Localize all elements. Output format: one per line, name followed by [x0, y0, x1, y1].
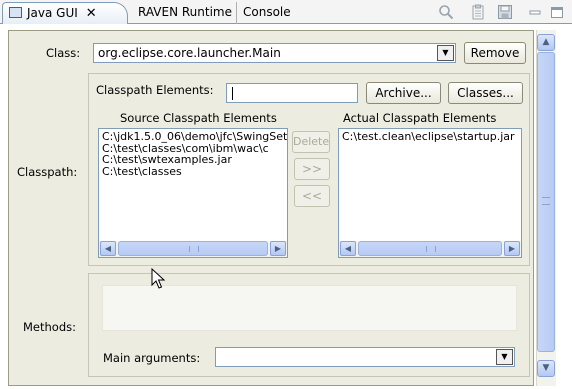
scroll-right-icon[interactable]: ▶: [504, 241, 520, 256]
actual-list-scroll-thumb[interactable]: [358, 241, 502, 256]
source-list-horizontal-scrollbar[interactable]: ◀ ▶: [99, 241, 287, 257]
archive-button[interactable]: Archive...: [366, 82, 441, 104]
classpath-elements-label: Classpath Elements:: [96, 83, 214, 97]
close-tab-icon[interactable]: ✕: [86, 6, 97, 21]
main-arguments-label: Main arguments:: [103, 351, 201, 365]
java-gui-tab-icon: [9, 7, 22, 18]
remove-class-button[interactable]: Remove: [464, 42, 526, 64]
source-classpath-list[interactable]: C:\jdk1.5.0_06\demo\jfc\SwingSet2 C:\tes…: [98, 128, 288, 258]
scroll-down-icon[interactable]: ▼: [537, 360, 555, 377]
scroll-left-icon[interactable]: ◀: [340, 241, 356, 256]
class-combo-value: org.eclipse.core.launcher.Main: [98, 46, 281, 60]
main-arguments-chevron-down-icon[interactable]: ▼: [496, 349, 513, 365]
clipboard-icon[interactable]: [470, 4, 486, 20]
scroll-left-icon[interactable]: ◀: [100, 241, 116, 256]
save-icon[interactable]: [497, 4, 513, 20]
maximize-icon[interactable]: [549, 4, 565, 20]
source-list-scroll-thumb[interactable]: [118, 241, 268, 256]
tab-raven-runtime-label: RAVEN Runtime: [138, 5, 232, 19]
main-arguments-combo[interactable]: [215, 347, 515, 367]
class-combo[interactable]: org.eclipse.core.launcher.Main: [93, 43, 456, 63]
editor-tab-bar: Java GUI ✕ RAVEN Runtime Console: [0, 0, 572, 24]
remove-from-classpath-button[interactable]: <<: [294, 185, 330, 207]
tab-java-gui[interactable]: Java GUI ✕: [2, 2, 128, 24]
tab-raven-runtime[interactable]: RAVEN Runtime: [132, 2, 236, 24]
add-to-classpath-button[interactable]: >>: [294, 158, 330, 180]
search-icon[interactable]: [438, 4, 454, 20]
classpath-elements-input[interactable]: [226, 83, 358, 103]
methods-text-area[interactable]: [102, 285, 517, 331]
class-combo-chevron-down-icon[interactable]: ▼: [437, 45, 454, 61]
delete-button[interactable]: Delete: [292, 131, 330, 153]
classes-button[interactable]: Classes...: [448, 82, 523, 104]
scroll-up-icon[interactable]: ▲: [537, 34, 555, 51]
actual-classpath-items: C:\test.clean\eclipse\startup.jar: [342, 131, 515, 143]
class-label: Class:: [46, 46, 81, 60]
actual-classpath-header: Actual Classpath Elements: [343, 111, 497, 125]
minimize-icon[interactable]: [527, 4, 543, 20]
text-caret: [232, 87, 233, 100]
tab-console[interactable]: Console: [236, 2, 298, 24]
source-classpath-items: C:\jdk1.5.0_06\demo\jfc\SwingSet2 C:\tes…: [102, 131, 287, 178]
scroll-right-icon[interactable]: ▶: [270, 241, 286, 256]
list-item[interactable]: C:\test\swtexamples.jar: [102, 154, 287, 166]
classpath-label: Classpath:: [17, 165, 78, 179]
list-item[interactable]: C:\jdk1.5.0_06\demo\jfc\SwingSet2: [102, 131, 287, 143]
tab-console-label: Console: [243, 5, 291, 19]
source-classpath-header: Source Classpath Elements: [120, 111, 277, 125]
tab-java-gui-label: Java GUI: [27, 6, 78, 20]
mouse-pointer-icon: [151, 267, 167, 290]
list-item[interactable]: C:\test.clean\eclipse\startup.jar: [342, 131, 515, 143]
scroll-thumb-grip: [542, 197, 550, 205]
actual-classpath-list[interactable]: C:\test.clean\eclipse\startup.jar ◀ ▶: [338, 128, 522, 258]
list-item[interactable]: C:\test\classes: [102, 165, 287, 178]
methods-label: Methods:: [23, 320, 76, 334]
actual-list-horizontal-scrollbar[interactable]: ◀ ▶: [339, 241, 521, 257]
